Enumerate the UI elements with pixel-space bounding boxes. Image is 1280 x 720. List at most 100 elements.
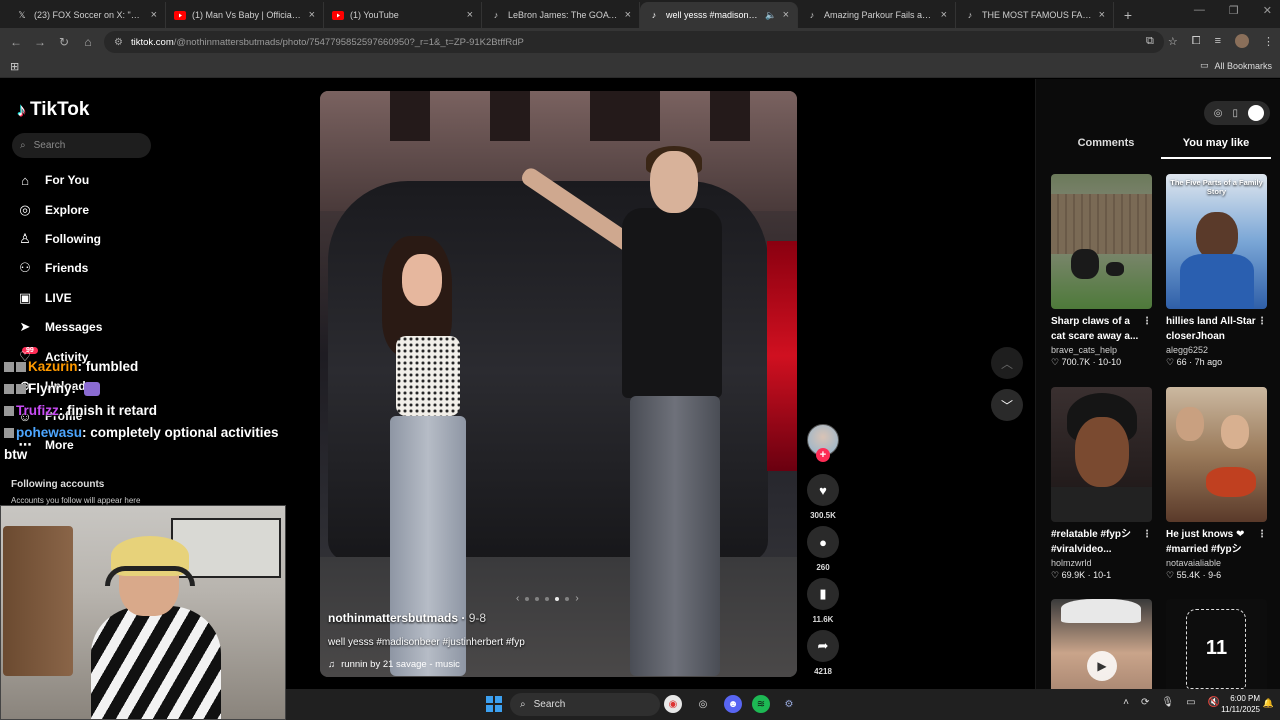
card-thumbnail[interactable] (1166, 387, 1267, 522)
card-thumbnail[interactable] (1051, 387, 1152, 522)
recommended-card[interactable]: 11 (1166, 599, 1267, 689)
more-options-icon[interactable]: ⋮ (1142, 527, 1152, 542)
sidebar-item-messages[interactable]: ➤ Messages (17, 317, 103, 337)
close-tab-icon[interactable]: × (151, 9, 157, 21)
tiktok-icon: ♪ (809, 10, 815, 20)
tiktok-logo[interactable]: ♪ TikTok (17, 99, 89, 121)
tiktok-icon: ♪ (651, 10, 657, 20)
play-icon[interactable]: ▶ (1087, 651, 1117, 681)
taskbar-search[interactable]: ⌕ Search (510, 693, 660, 716)
x-icon: 𝕏 (18, 9, 26, 20)
menu-icon[interactable]: ⋮ (1263, 35, 1274, 48)
folder-icon: ▭ (1199, 60, 1209, 70)
save-button[interactable]: ▮ (807, 578, 839, 610)
sidebar-item-live[interactable]: ▣ LIVE (17, 288, 72, 308)
steam-icon[interactable]: ⚙ (780, 695, 798, 713)
close-tab-icon[interactable]: × (941, 9, 947, 21)
device-icon[interactable]: ▯ (1232, 108, 1238, 119)
follow-plus-icon[interactable]: + (816, 448, 830, 462)
address-bar[interactable]: ⚙ tiktok.com/@nothinmattersbutmads/photo… (104, 31, 1164, 53)
tiktok-logo-icon: ♪ (17, 99, 26, 120)
more-options-icon[interactable]: ⋮ (1142, 314, 1152, 329)
recommended-card[interactable]: The Five Parts of a Family Story hillies… (1166, 174, 1267, 368)
speaker-icon[interactable]: 🔈 (765, 10, 776, 21)
badge-icon (4, 362, 14, 373)
close-tab-icon[interactable]: × (1099, 9, 1105, 21)
apps-icon[interactable]: ⊞ (10, 60, 19, 73)
browser-tab[interactable]: (1) YouTube × (324, 2, 482, 28)
close-tab-icon[interactable]: × (467, 9, 473, 21)
browser-tab[interactable]: ♪LeBron James: The GOAT Deba× (482, 2, 640, 28)
minimize-icon[interactable]: — (1194, 4, 1205, 17)
post-music[interactable]: ♫ runnin by 21 savage - music (328, 659, 788, 670)
windows-start-icon[interactable] (486, 696, 502, 712)
chrome-icon[interactable]: ◉ (664, 695, 682, 713)
browser-tab-active[interactable]: ♪well yesss #madisonbeer #🔈× (640, 2, 798, 28)
save-count: 11.6K (812, 615, 834, 624)
post-author[interactable]: nothinmattersbutmads · 9-8 (328, 611, 788, 625)
compass-icon[interactable]: ◎ (1214, 108, 1223, 119)
card-thumbnail[interactable] (1051, 174, 1152, 309)
comment-button[interactable]: ● (807, 526, 839, 558)
close-window-icon[interactable]: ✕ (1263, 4, 1272, 17)
sidebar-item-for-you[interactable]: ⌂ For You (17, 170, 89, 190)
site-info-icon[interactable]: ⚙ (114, 37, 123, 48)
next-post-button[interactable]: ﹀ (991, 389, 1023, 421)
theme-toggle[interactable] (1248, 105, 1264, 121)
all-bookmarks-button[interactable]: ▭ All Bookmarks (1200, 60, 1272, 71)
extensions-icon[interactable]: ⧠ (1192, 35, 1201, 48)
chevron-right-icon[interactable]: › (575, 593, 578, 604)
app-icon[interactable]: ◎ (694, 695, 712, 713)
chevron-left-icon[interactable]: ‹ (516, 593, 519, 604)
forward-icon[interactable]: → (28, 35, 52, 49)
live-icon: ▣ (18, 290, 32, 305)
sidebar-item-explore[interactable]: ◎ Explore (17, 200, 89, 220)
bookmark-star-icon[interactable]: ☆ (1168, 35, 1178, 48)
discord-icon[interactable]: ☻ (724, 695, 742, 713)
sync-icon[interactable]: ⟳ (1141, 697, 1149, 708)
like-button[interactable]: ♥ (807, 474, 839, 506)
microphone-icon[interactable]: 🎙 (1161, 697, 1174, 708)
back-icon[interactable]: ← (4, 35, 28, 49)
close-tab-icon[interactable]: × (783, 9, 789, 21)
media-icon[interactable]: ≡ (1215, 35, 1221, 47)
network-icon[interactable]: ▭ (1186, 697, 1195, 708)
recommended-card[interactable]: He just knows ❤ #married #fypシ ⋮ notavaia… (1166, 387, 1267, 581)
new-tab-button[interactable]: + (1114, 2, 1142, 28)
close-tab-icon[interactable]: × (625, 9, 631, 21)
volume-icon[interactable]: 🔇 (1208, 697, 1220, 708)
search-input[interactable]: ⌕ Search (12, 133, 151, 158)
browser-tab[interactable]: (1) Man Vs Baby | Official Traile× (166, 2, 324, 28)
reload-icon[interactable]: ↻ (52, 35, 76, 49)
more-options-icon[interactable]: ⋮ (1257, 527, 1267, 542)
browser-tab[interactable]: ♪THE MOST FAMOUS FASHION× (956, 2, 1114, 28)
chevron-up-icon[interactable]: ˄ (1123, 697, 1129, 708)
maximize-icon[interactable]: ❐ (1229, 4, 1239, 17)
browser-tab[interactable]: 𝕏(23) FOX Soccer on X: "A BICYC× (8, 2, 166, 28)
home-icon[interactable]: ⌂ (76, 35, 100, 49)
taskbar-clock[interactable]: 6:00 PM 11/11/2025 (1221, 693, 1260, 715)
tab-comments[interactable]: Comments (1051, 137, 1161, 159)
recommended-card[interactable]: ▶ (1051, 599, 1152, 689)
card-thumbnail[interactable]: The Five Parts of a Family Story (1166, 174, 1267, 309)
cast-icon[interactable]: ⧉ (1146, 35, 1154, 48)
card-thumbnail[interactable]: 11 (1166, 599, 1267, 689)
share-button[interactable]: ➦ (807, 630, 839, 662)
following-accounts-title: Following accounts (11, 479, 105, 490)
tab-you-may-like[interactable]: You may like (1161, 137, 1271, 159)
browser-tab[interactable]: ♪Amazing Parkour Fails and Extr× (798, 2, 956, 28)
more-options-icon[interactable]: ⋮ (1257, 314, 1267, 329)
card-thumbnail[interactable]: ▶ (1051, 599, 1152, 689)
sidebar-item-following[interactable]: ♙ Following (17, 229, 101, 249)
previous-post-button[interactable]: ︿ (991, 347, 1023, 379)
following-accounts-hint: Accounts you follow will appear here (11, 496, 141, 505)
sidebar-item-friends[interactable]: ⚇ Friends (17, 258, 88, 278)
spotify-icon[interactable]: ≋ (752, 695, 770, 713)
recommended-card[interactable]: Sharp claws of a cat scare away a... ⋮ br… (1051, 174, 1152, 368)
profile-avatar[interactable] (1235, 34, 1249, 48)
recommended-card[interactable]: #relatable #fypシ #viralvideo... ⋮ holmzwr… (1051, 387, 1152, 581)
notification-bell-icon[interactable]: 🔔 (1263, 698, 1274, 709)
post-media[interactable]: ‹ › nothinmattersbutmads · 9-8 well yess… (320, 91, 797, 677)
chevron-down-icon: ﹀ (1000, 398, 1013, 413)
close-tab-icon[interactable]: × (309, 9, 315, 21)
